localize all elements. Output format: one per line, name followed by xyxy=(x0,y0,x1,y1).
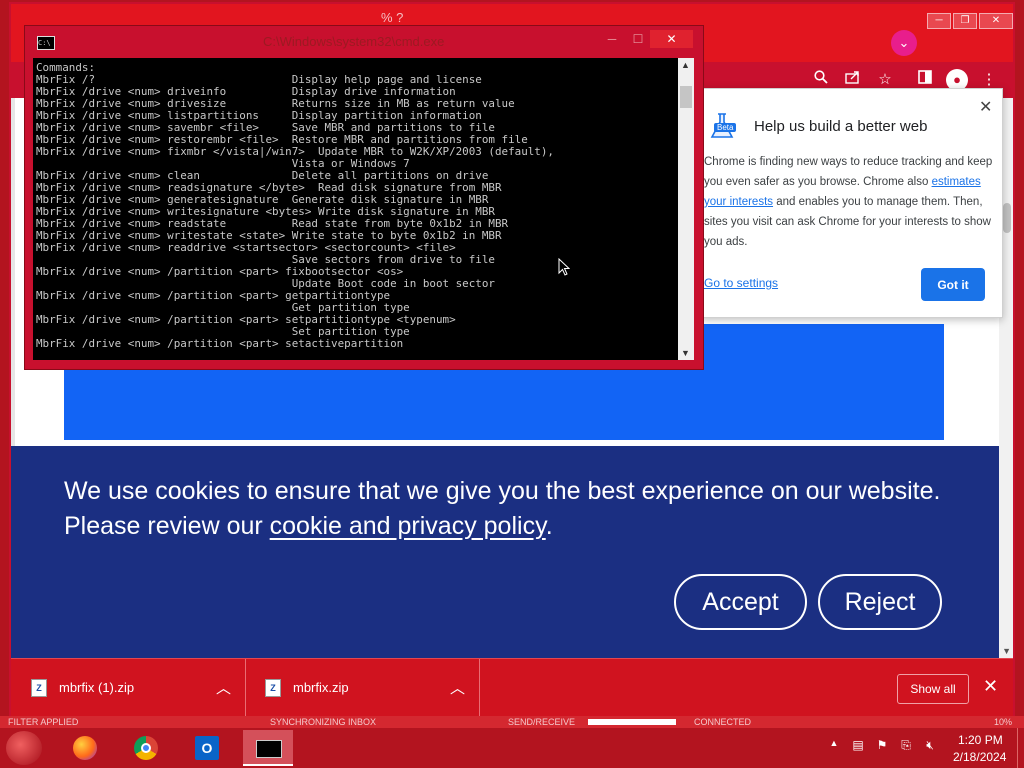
accept-cookies-button[interactable]: Accept xyxy=(674,574,807,630)
chrome-tab-title[interactable]: % ? xyxy=(381,10,403,25)
chevron-up-icon[interactable]: ︿ xyxy=(216,677,231,698)
maximize-icon[interactable]: ☐ xyxy=(626,30,650,48)
scroll-up-arrow-icon[interactable]: ▲ xyxy=(681,60,690,70)
speaker-muted-icon[interactable]: 🔇︎ xyxy=(922,738,938,753)
scroll-down-arrow-icon[interactable]: ▼ xyxy=(681,348,690,358)
start-button[interactable] xyxy=(6,731,42,765)
download-item[interactable]: Z mbrfix.zip ︿ xyxy=(245,659,480,719)
cookie-text: We use cookies to ensure that we give yo… xyxy=(64,474,964,544)
close-icon[interactable]: ✕ xyxy=(979,97,992,117)
send-receive-progress xyxy=(588,719,676,725)
chrome-icon xyxy=(134,736,158,760)
status-sync: SYNCHRONIZING INBOX xyxy=(270,717,377,727)
cookie-text-suffix: . xyxy=(545,512,553,540)
cmd-titlebar[interactable]: C:\ C:\Windows\system32\cmd.exe ─ ☐ ✕ xyxy=(25,26,703,56)
outlook-icon: O xyxy=(195,736,219,760)
cookie-text-prefix: Please review our xyxy=(64,512,270,540)
got-it-button[interactable]: Got it xyxy=(921,268,985,301)
cookie-banner: We use cookies to ensure that we give yo… xyxy=(11,446,999,658)
firefox-icon xyxy=(73,736,97,760)
cookie-text-line1: We use cookies to ensure that we give yo… xyxy=(64,477,941,505)
cmd-scrollbar[interactable]: ▲ ▼ xyxy=(678,58,694,360)
flag-icon[interactable]: ⚑ xyxy=(874,738,890,752)
download-filename: mbrfix (1).zip xyxy=(59,680,135,695)
clock-date[interactable]: 2/18/2024 xyxy=(953,750,1006,764)
cmd-scrollbar-thumb[interactable] xyxy=(680,86,692,108)
taskbar-app-outlook[interactable]: O xyxy=(182,730,232,766)
clock-time[interactable]: 1:20 PM xyxy=(958,733,1003,747)
popup-body: Chrome is finding new ways to reduce tra… xyxy=(704,152,994,252)
taskbar-app-chrome[interactable] xyxy=(121,730,171,766)
show-desktop-button[interactable] xyxy=(1017,728,1024,768)
chrome-close-button[interactable]: ✕ xyxy=(979,13,1013,29)
cmd-window: C:\ C:\Windows\system32\cmd.exe ─ ☐ ✕ Co… xyxy=(24,25,704,370)
download-item[interactable]: Z mbrfix (1).zip ︿ xyxy=(11,659,246,719)
minimize-icon[interactable]: ─ xyxy=(600,30,624,48)
page-scrollbar-thumb[interactable] xyxy=(1003,203,1011,233)
taskbar: O ▲ ▤ ⚑ ⎘ 🔇︎ 1:20 PM 2/18/2024 xyxy=(0,728,1024,768)
close-icon[interactable]: ✕ xyxy=(650,30,693,48)
zip-file-icon: Z xyxy=(265,679,281,697)
show-all-downloads-button[interactable]: Show all xyxy=(897,674,969,704)
chrome-maximize-button[interactable]: ❐ xyxy=(953,13,977,29)
reject-cookies-button[interactable]: Reject xyxy=(818,574,942,630)
downloads-bar: Z mbrfix (1).zip ︿ Z mbrfix.zip ︿ Show a… xyxy=(11,658,1013,721)
chrome-minimize-button[interactable]: ─ xyxy=(927,13,951,29)
privacy-sandbox-popup: Beta Help us build a better web ✕ Chrome… xyxy=(700,88,1003,318)
mouse-cursor-icon xyxy=(558,258,570,276)
outlook-status-bar: FILTER APPLIED SYNCHRONIZING INBOX SEND/… xyxy=(0,716,1024,728)
chevron-up-icon[interactable]: ▲ xyxy=(826,738,842,748)
taskbar-app-firefox[interactable] xyxy=(60,730,110,766)
tab-search-chevron-icon[interactable]: ⌄ xyxy=(891,30,917,56)
download-filename: mbrfix.zip xyxy=(293,680,349,695)
chevron-up-icon[interactable]: ︿ xyxy=(450,677,465,698)
scroll-down-arrow-icon[interactable]: ▼ xyxy=(1002,646,1011,656)
network-icon[interactable]: ⎘ xyxy=(898,738,914,753)
cookie-policy-link[interactable]: cookie and privacy policy xyxy=(270,512,546,540)
network-device-icon[interactable]: ▤ xyxy=(850,738,866,752)
status-send-receive: SEND/RECEIVE xyxy=(508,717,576,727)
cmd-icon[interactable]: C:\ xyxy=(37,36,55,50)
status-connected: CONNECTED xyxy=(694,717,752,727)
close-icon[interactable]: ✕ xyxy=(983,676,998,697)
cmd-icon xyxy=(256,740,282,758)
go-to-settings-link[interactable]: Go to settings xyxy=(704,276,778,290)
cmd-title: C:\Windows\system32\cmd.exe xyxy=(263,34,445,49)
cmd-console[interactable]: Commands: MbrFix /? Display help page an… xyxy=(33,58,678,360)
popup-title: Help us build a better web xyxy=(754,118,928,135)
status-zoom: 10% xyxy=(994,717,1013,727)
status-filter: FILTER APPLIED xyxy=(8,717,79,727)
taskbar-app-cmd[interactable] xyxy=(243,730,293,766)
zip-file-icon: Z xyxy=(31,679,47,697)
beta-badge: Beta xyxy=(714,123,737,132)
cmd-output: Commands: MbrFix /? Display help page an… xyxy=(36,61,554,350)
